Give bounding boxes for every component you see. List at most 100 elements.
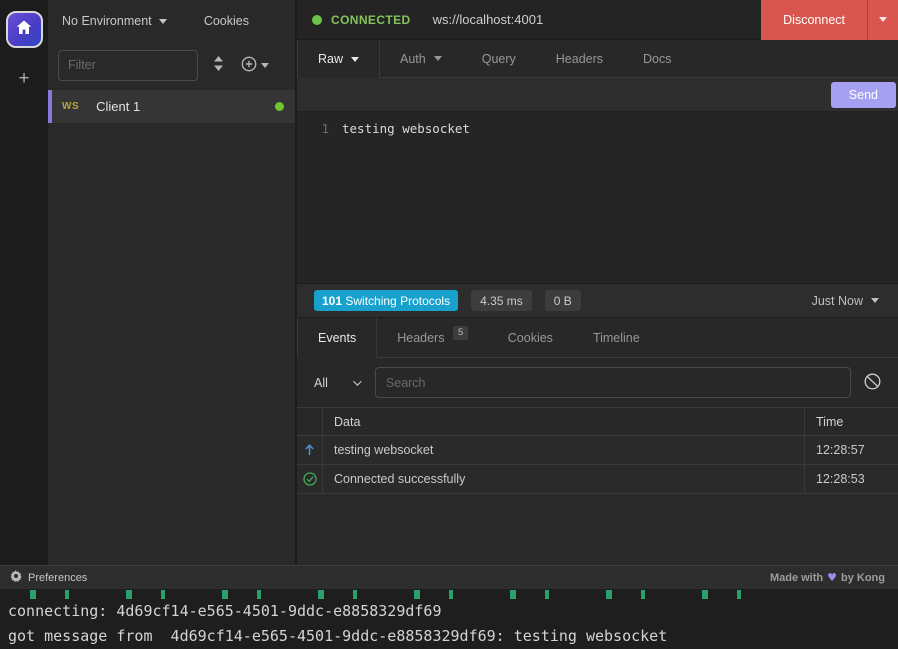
tab-query[interactable]: Query	[462, 40, 536, 77]
header-icon-cell	[297, 408, 323, 435]
disconnect-options-button[interactable]	[867, 0, 898, 40]
gear-icon	[10, 570, 22, 585]
event-type-select[interactable]: All	[308, 376, 365, 390]
create-request-button[interactable]	[239, 54, 271, 77]
filter-input[interactable]	[58, 50, 198, 81]
terminal-clipped-line	[8, 590, 788, 599]
sidebar-toolbar	[48, 42, 295, 88]
disconnect-button[interactable]: Disconnect	[761, 0, 898, 40]
home-button[interactable]	[6, 11, 43, 48]
event-row-sent[interactable]: testing websocket 12:28:57	[297, 436, 898, 465]
add-project-button[interactable]: +	[18, 69, 29, 88]
left-rail: +	[0, 0, 48, 565]
sidebar: No Environment Cookies	[48, 0, 295, 565]
workspace: + No Environment Cookies	[0, 0, 898, 565]
chevron-down-icon	[261, 63, 269, 68]
editor-line-number: 1	[297, 121, 342, 283]
block-icon	[864, 373, 881, 393]
sidebar-header: No Environment Cookies	[48, 0, 295, 42]
home-icon	[16, 20, 32, 40]
events-filter-row: All	[297, 358, 898, 407]
tab-raw[interactable]: Raw	[297, 40, 380, 78]
event-time: 12:28:57	[805, 436, 898, 464]
history-label: Just Now	[812, 294, 863, 308]
sort-button[interactable]	[211, 54, 226, 76]
chevron-down-icon	[159, 19, 167, 24]
status-text: Switching Protocols	[345, 294, 450, 308]
connection-status-label: CONNECTED	[331, 13, 411, 27]
cookies-button[interactable]: Cookies	[204, 14, 249, 28]
response-status-bar: 101 Switching Protocols 4.35 ms 0 B Just…	[297, 283, 898, 318]
events-table-empty-area	[297, 494, 898, 565]
chevron-down-icon	[434, 56, 442, 61]
tab-events[interactable]: Events	[297, 318, 377, 358]
connected-indicator-dot	[312, 15, 322, 25]
insomnia-app-window: + No Environment Cookies	[0, 0, 898, 649]
tab-query-label: Query	[482, 52, 516, 66]
terminal-line: connecting: 4d69cf14-e565-4501-9ddc-e885…	[8, 599, 898, 624]
main-panel: CONNECTED ws://localhost:4001 Disconnect…	[295, 0, 898, 565]
tab-events-label: Events	[318, 331, 356, 345]
client-name: Client 1	[96, 99, 275, 114]
tab-timeline[interactable]: Timeline	[573, 318, 660, 357]
headers-count-badge: 5	[453, 326, 467, 340]
preferences-button[interactable]: Preferences	[10, 570, 87, 585]
terminal-panel: connecting: 4d69cf14-e565-4501-9ddc-e885…	[0, 589, 898, 649]
tab-response-cookies-label: Cookies	[508, 331, 553, 345]
event-type-value: All	[314, 376, 328, 390]
sort-icon	[213, 56, 224, 74]
tab-raw-label: Raw	[318, 52, 343, 66]
editor-content: testing websocket	[342, 121, 470, 283]
response-time-badge: 4.35 ms	[471, 290, 532, 311]
tab-headers-label: Headers	[556, 52, 603, 66]
chevron-down-icon	[879, 17, 887, 22]
sidebar-item-client-1[interactable]: WS Client 1	[48, 90, 295, 123]
heart-icon: ♥	[827, 571, 837, 584]
terminal-line: got message from 4d69cf14-e565-4501-9ddc…	[8, 624, 898, 649]
events-table: Data Time testing websocket 12:28:57 Con…	[297, 407, 898, 494]
plus-circle-icon	[241, 56, 257, 75]
chevron-down-icon	[353, 377, 361, 385]
tab-timeline-label: Timeline	[593, 331, 640, 345]
request-toolbar: Send	[297, 78, 898, 112]
environment-label: No Environment	[62, 14, 152, 28]
preferences-label: Preferences	[28, 572, 87, 584]
made-with-kong-credit: Made with ♥ by Kong	[770, 571, 888, 584]
connection-bar: CONNECTED ws://localhost:4001 Disconnect	[297, 0, 898, 40]
credit-prefix: Made with	[770, 572, 823, 584]
status-code-badge: 101 Switching Protocols	[314, 290, 458, 311]
event-data: Connected successfully	[323, 465, 805, 493]
response-size-badge: 0 B	[545, 290, 581, 311]
status-code: 101	[322, 294, 342, 308]
header-data-cell: Data	[323, 408, 805, 435]
tab-auth-label: Auth	[400, 52, 426, 66]
tab-auth[interactable]: Auth	[380, 40, 462, 77]
chevron-down-icon	[351, 57, 359, 62]
event-data: testing websocket	[323, 436, 805, 464]
message-editor[interactable]: 1 testing websocket	[297, 112, 898, 283]
events-search-input[interactable]	[375, 367, 851, 398]
websocket-url-field[interactable]: ws://localhost:4001	[433, 12, 762, 27]
tab-response-cookies[interactable]: Cookies	[488, 318, 573, 357]
ws-method-tag: WS	[62, 101, 79, 112]
tab-headers[interactable]: Headers	[536, 40, 623, 77]
clear-events-button[interactable]	[861, 373, 887, 393]
response-history-dropdown[interactable]: Just Now	[812, 294, 881, 308]
tab-response-headers[interactable]: Headers 5	[377, 318, 488, 357]
tab-response-headers-label: Headers	[397, 331, 444, 345]
environment-dropdown[interactable]: No Environment	[62, 14, 167, 28]
connected-status-dot	[275, 102, 284, 111]
event-time: 12:28:53	[805, 465, 898, 493]
events-table-header: Data Time	[297, 408, 898, 436]
request-tabbar: Raw Auth Query Headers Docs	[297, 40, 898, 78]
status-footer: Preferences Made with ♥ by Kong	[0, 565, 898, 589]
credit-suffix: by Kong	[841, 572, 885, 584]
header-time-cell: Time	[805, 408, 898, 435]
send-button[interactable]: Send	[831, 82, 896, 108]
connected-check-icon	[297, 465, 323, 493]
sent-arrow-up-icon	[297, 436, 323, 464]
disconnect-label: Disconnect	[761, 0, 867, 40]
chevron-down-icon	[871, 298, 879, 303]
event-row-connected[interactable]: Connected successfully 12:28:53	[297, 465, 898, 494]
tab-docs[interactable]: Docs	[623, 40, 691, 77]
